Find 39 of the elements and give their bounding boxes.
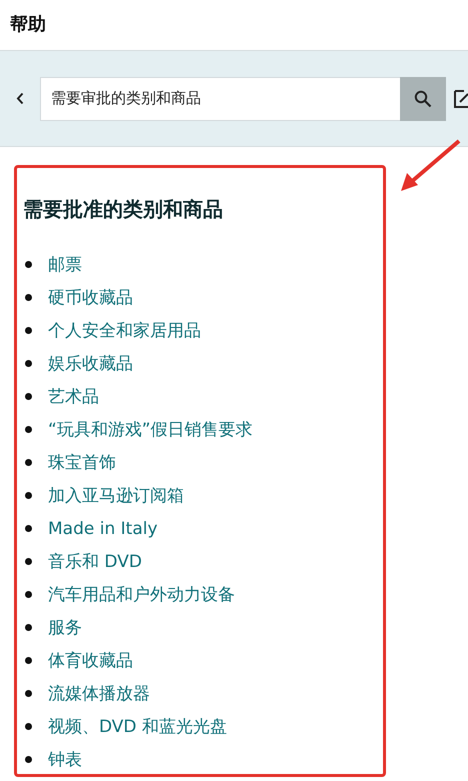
bullet-icon [25, 624, 32, 631]
search-button[interactable] [400, 76, 446, 120]
bullet-icon [25, 723, 32, 730]
bullet-icon [25, 558, 32, 565]
bullet-icon [25, 690, 32, 697]
bullet-icon [25, 459, 32, 466]
category-link[interactable]: Made in Italy [48, 518, 158, 538]
category-link[interactable]: 个人安全和家居用品 [48, 319, 201, 342]
category-link[interactable]: 汽车用品和户外动力设备 [48, 583, 235, 606]
bullet-icon [25, 261, 32, 268]
category-link[interactable]: 音乐和 DVD [48, 550, 142, 573]
category-link[interactable]: 体育收藏品 [48, 649, 133, 672]
page-title: 帮助 [9, 13, 47, 36]
category-link[interactable]: 娱乐收藏品 [48, 352, 133, 375]
bullet-icon [25, 591, 32, 598]
bullet-icon [25, 657, 32, 664]
category-link[interactable]: 流媒体播放器 [48, 682, 150, 705]
category-link[interactable]: 视频、DVD 和蓝光光盘 [48, 715, 227, 738]
bullet-icon [25, 393, 32, 400]
bullet-icon [25, 756, 32, 763]
category-link[interactable]: 加入亚马逊订阅箱 [48, 484, 184, 507]
article-heading: 需要批准的类别和商品 [23, 196, 224, 223]
bullet-icon [25, 327, 32, 334]
bullet-icon [25, 525, 32, 532]
category-link[interactable]: “玩具和游戏”假日销售要求 [48, 418, 253, 441]
category-link[interactable]: 艺术品 [48, 385, 99, 408]
category-link[interactable]: 服务 [48, 616, 82, 639]
bullet-icon [25, 360, 32, 367]
bullet-icon [25, 294, 32, 301]
search-icon [414, 90, 432, 108]
category-link[interactable]: 珠宝首饰 [48, 451, 116, 474]
category-link[interactable]: 硬币收藏品 [48, 286, 133, 309]
bullet-icon [25, 492, 32, 499]
category-link[interactable]: 钟表 [48, 748, 82, 771]
category-link[interactable]: 邮票 [48, 253, 82, 276]
chevron-left-icon [16, 92, 24, 105]
search-field[interactable]: 需要审批的类别和商品 [40, 76, 400, 120]
bullet-icon [25, 426, 32, 433]
external-link-icon[interactable] [454, 90, 468, 108]
